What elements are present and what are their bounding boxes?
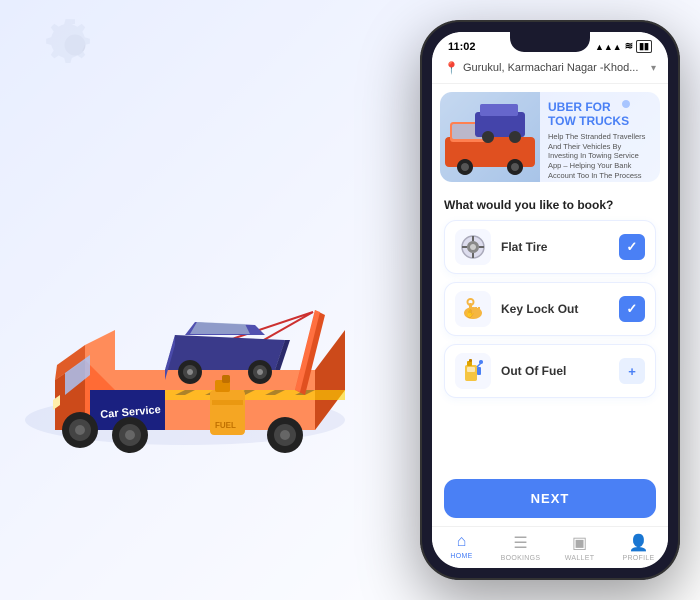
truck-illustration: Car Service FUEL [0,80,390,520]
banner-image [440,92,540,182]
nav-profile[interactable]: 👤 PROFILE [609,533,668,562]
book-section: What would you like to book? [432,190,668,475]
phone-notch [510,32,590,52]
fuel-label: Out Of Fuel [501,364,619,378]
home-label: Home [450,553,472,560]
status-time: 11:02 [448,41,476,53]
nav-wallet[interactable]: ▣ WALLET [550,533,609,562]
service-item-key-lock-out[interactable]: ✋ Key Lock Out ✓ [444,282,656,336]
banner-content: UBER FORTOW TRUCKS Help The Stranded Tra… [540,92,660,182]
wifi-icon: ≋ [625,41,633,52]
service-item-flat-tire[interactable]: Flat Tire ✓ [444,220,656,274]
next-button[interactable]: NEXT [444,479,656,518]
location-bar[interactable]: 📍 Gurukul, Karmachari Nagar -Khod... ▾ [432,57,668,84]
phone-container: 11:02 ▲▲▲ ≋ ▮▮ 📍 Gurukul, Karmachari Nag… [420,20,680,580]
key-lock-icon: ✋ [455,291,491,327]
service-item-out-of-fuel[interactable]: Out Of Fuel + [444,344,656,398]
phone-frame: 11:02 ▲▲▲ ≋ ▮▮ 📍 Gurukul, Karmachari Nag… [420,20,680,580]
book-section-title: What would you like to book? [444,198,656,212]
wallet-label: WALLET [565,555,595,562]
svg-text:FUEL: FUEL [215,421,236,430]
svg-text:✋: ✋ [465,308,475,318]
flat-tire-icon [455,229,491,265]
fuel-icon [455,353,491,389]
phone-screen: 11:02 ▲▲▲ ≋ ▮▮ 📍 Gurukul, Karmachari Nag… [432,32,668,568]
bookings-icon: ☰ [513,533,527,553]
nav-bookings[interactable]: ☰ BOOKINGS [491,533,550,562]
nav-home[interactable]: ⌂ Home [432,533,491,562]
fuel-check[interactable]: + [619,358,645,384]
battery-icon: ▮▮ [636,40,652,53]
bookings-label: BOOKINGS [501,555,541,562]
banner-dot [622,100,630,108]
promo-banner[interactable]: UBER FORTOW TRUCKS Help The Stranded Tra… [440,92,660,182]
wallet-icon: ▣ [572,533,587,553]
truck-svg: Car Service FUEL [15,110,375,490]
key-lock-label: Key Lock Out [501,302,619,316]
banner-subtitle: Help The Stranded Travellers And Their V… [548,132,652,181]
profile-label: PROFILE [622,555,654,562]
location-pin-icon: 📍 [444,61,459,75]
bottom-nav: ⌂ Home ☰ BOOKINGS ▣ WALLET 👤 PROFILE [432,526,668,568]
profile-icon: 👤 [629,533,649,553]
status-icons: ▲▲▲ ≋ ▮▮ [595,40,652,53]
flat-tire-label: Flat Tire [501,240,619,254]
flat-tire-check[interactable]: ✓ [619,234,645,260]
key-lock-check[interactable]: ✓ [619,296,645,322]
signal-icon: ▲▲▲ [595,42,622,52]
banner-title: UBER FORTOW TRUCKS [548,100,652,129]
home-icon: ⌂ [457,533,467,551]
location-arrow-icon: ▾ [651,63,656,74]
gear-icon [40,10,110,80]
location-text: Gurukul, Karmachari Nagar -Khod... [463,62,647,74]
